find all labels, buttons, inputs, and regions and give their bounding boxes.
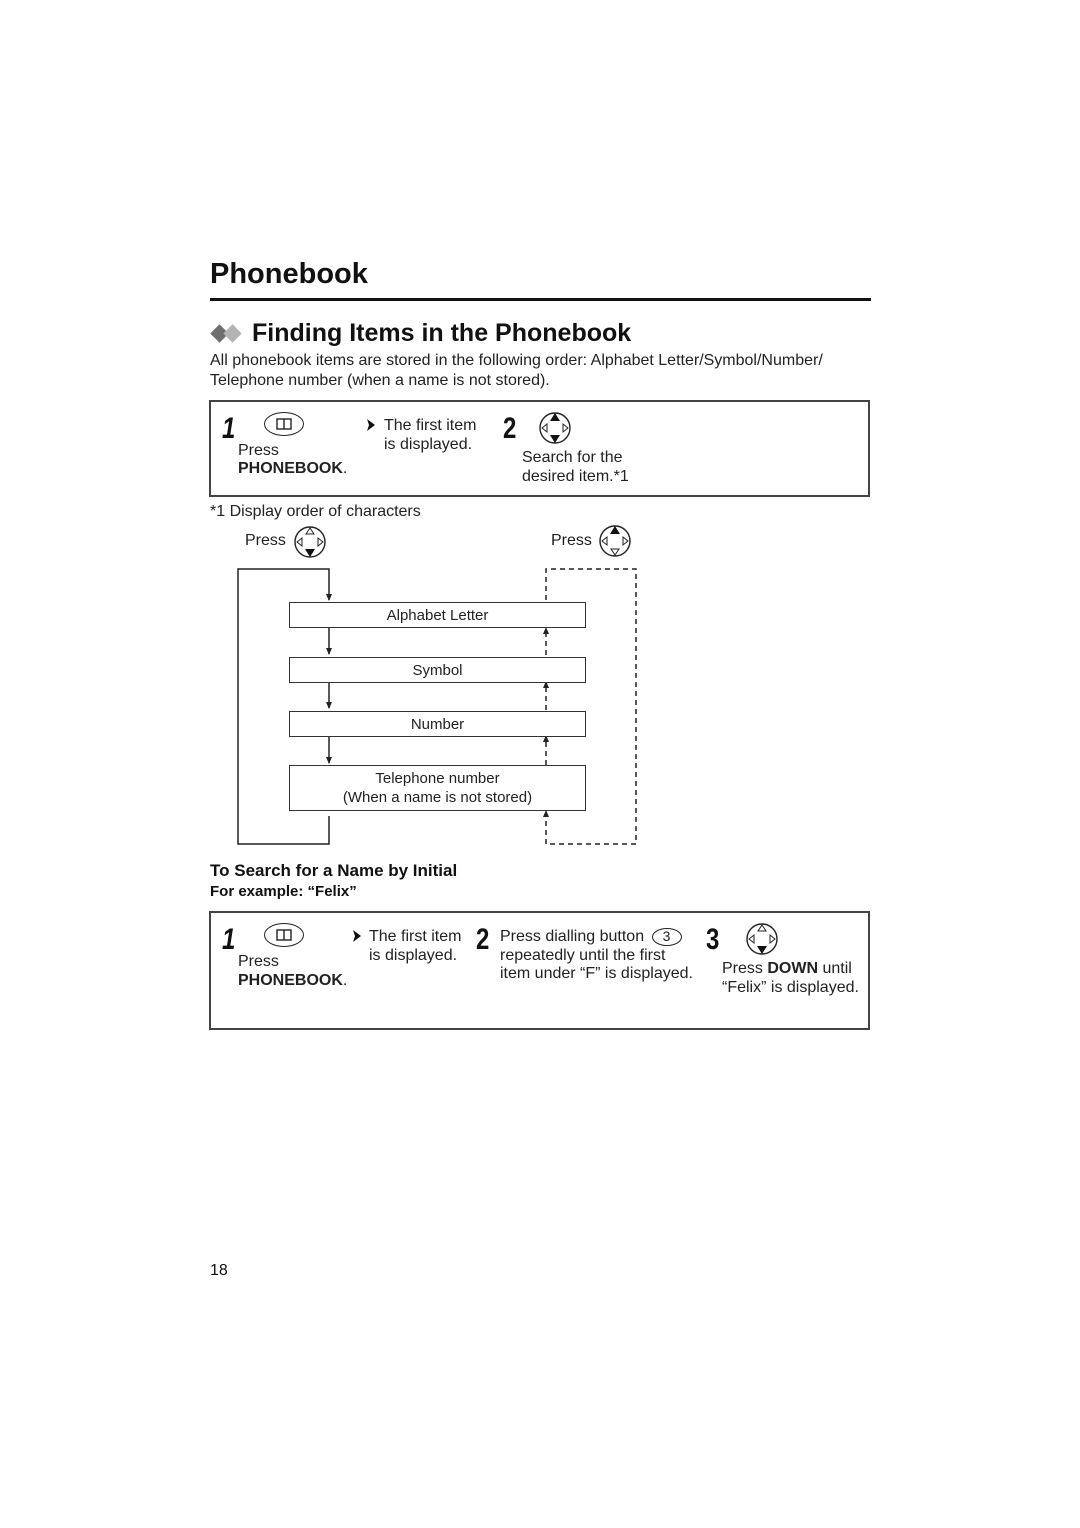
right-press-label: Press	[551, 532, 592, 549]
down-arrow-head	[326, 702, 332, 709]
order-item-symbol: Symbol	[289, 657, 586, 683]
intro-text: All phonebook items are stored in the fo…	[210, 352, 823, 389]
step-1-press-label: Press	[238, 442, 279, 459]
search-step-3-line2: “Felix” is displayed.	[722, 979, 859, 996]
search-step-1-press-label: Press	[238, 953, 279, 970]
phonebook-key-name: PHONEBOOK	[238, 972, 343, 989]
phonebook-key-name: PHONEBOOK	[238, 460, 343, 477]
order-item-telephone-number: Telephone number (When a name is not sto…	[289, 765, 586, 811]
footnote-title: *1 Display order of characters	[210, 503, 421, 520]
page-number: 18	[210, 1262, 228, 1279]
arrow-right-icon	[366, 418, 376, 437]
order-item-line2: (When a name is not stored)	[342, 789, 533, 806]
search-step-2-line1: Press dialling button 3	[500, 927, 682, 946]
step-2-line1: Search for the	[522, 449, 623, 466]
section-title: Finding Items in the Phonebook	[252, 319, 632, 347]
down-arrow-head	[326, 757, 332, 764]
double-diamond-icon	[210, 323, 246, 344]
down-arrow-head	[326, 648, 332, 655]
section-heading: Finding Items in the Phonebook	[210, 319, 631, 348]
down-key-name: DOWN	[767, 960, 819, 977]
phonebook-key-icon	[264, 923, 304, 947]
search-step-3-number: 3	[706, 923, 720, 956]
down-arrow-head	[326, 594, 332, 601]
search-step-1-number: 1	[222, 923, 236, 956]
title-rule	[210, 298, 871, 301]
left-press-label: Press	[245, 532, 286, 549]
step-2-line2: desired item.*1	[522, 468, 629, 485]
search-by-initial-heading: To Search for a Name by Initial	[210, 861, 458, 880]
navigator-up-down-icon	[538, 411, 572, 450]
step-2-number: 2	[503, 412, 517, 445]
page-title: Phonebook	[210, 258, 368, 290]
dial-key-3-icon: 3	[651, 927, 682, 946]
step-1-result-line1: The first item	[384, 417, 477, 434]
order-item-line1: Telephone number	[375, 770, 500, 787]
navigator-down-icon	[745, 922, 779, 961]
step-1-result-line2: is displayed.	[384, 436, 473, 453]
step-1-key-line: PHONEBOOK.	[238, 460, 348, 477]
navigator-down-icon	[293, 525, 327, 564]
search-step-1-result-line2: is displayed.	[369, 947, 458, 964]
navigator-up-icon	[598, 524, 632, 563]
search-step-1-key-line: PHONEBOOK.	[238, 972, 348, 989]
up-arrow-head	[543, 627, 549, 634]
example-label: For example: “Felix”	[210, 883, 357, 900]
phonebook-key-icon	[264, 412, 304, 436]
search-step-2-line2: repeatedly until the first	[500, 947, 666, 964]
step-1-number: 1	[222, 412, 236, 445]
order-item-number: Number	[289, 711, 586, 737]
search-step-2-line3: item under “F” is displayed.	[500, 965, 693, 982]
search-step-1-result-line1: The first item	[369, 928, 462, 945]
search-step-2-number: 2	[476, 923, 490, 956]
arrow-right-icon	[352, 929, 362, 948]
search-step-3-line1: Press DOWN until	[722, 960, 852, 977]
order-item-alphabet-letter: Alphabet Letter	[289, 602, 586, 628]
up-arrow-head	[543, 810, 549, 817]
